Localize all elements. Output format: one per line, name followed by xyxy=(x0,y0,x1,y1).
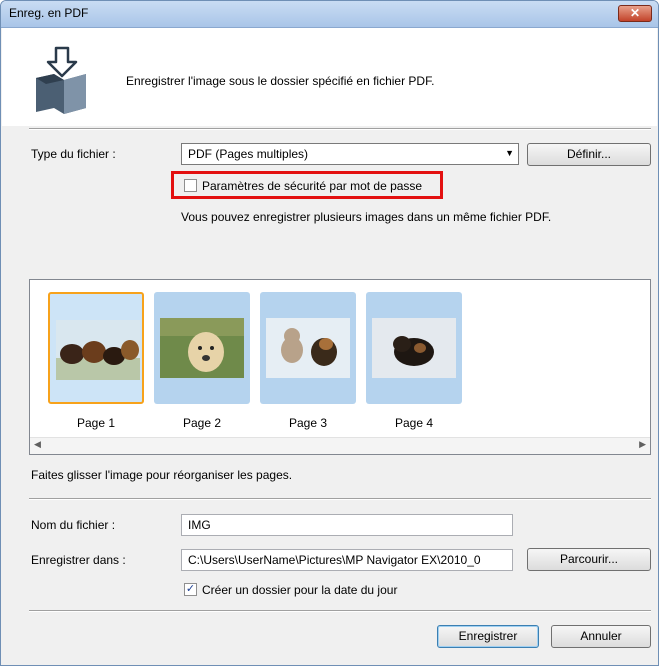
filename-input[interactable]: IMG xyxy=(181,514,513,536)
horizontal-scrollbar[interactable]: ◀ ▶ xyxy=(30,437,650,454)
save-button[interactable]: Enregistrer xyxy=(437,625,539,648)
page-item-3[interactable]: Page 3 xyxy=(260,292,356,430)
page-frame xyxy=(154,292,250,404)
multi-page-hint: Vous pouvez enregistrer plusieurs images… xyxy=(181,210,552,224)
save-pdf-dialog: Enreg. en PDF ✕ Enregistrer l'image sous… xyxy=(0,0,659,666)
page-thumbnail-list[interactable]: Page 1 Page 2 Page 3 Page 4 ◀ ▶ xyxy=(29,279,651,455)
page-label: Page 3 xyxy=(288,416,328,430)
save-in-path-input[interactable]: C:\Users\UserName\Pictures\MP Navigator … xyxy=(181,549,513,571)
file-type-select[interactable]: PDF (Pages multiples) ▼ xyxy=(181,143,519,165)
browse-button[interactable]: Parcourir... xyxy=(527,548,651,571)
photo-dogs-group-thumbnail xyxy=(56,320,140,380)
define-button[interactable]: Définir... xyxy=(527,143,651,166)
page-frame xyxy=(48,292,144,404)
photo-dog-teddy-thumbnail xyxy=(266,318,350,378)
dialog-description: Enregistrer l'image sous le dossier spéc… xyxy=(126,74,435,88)
page-frame xyxy=(366,292,462,404)
title-bar[interactable]: Enreg. en PDF ✕ xyxy=(1,1,658,28)
page-item-1[interactable]: Page 1 xyxy=(48,292,144,430)
dialog-header: Enregistrer l'image sous le dossier spéc… xyxy=(2,28,657,126)
scroll-right-icon[interactable]: ▶ xyxy=(639,439,646,450)
filename-label: Nom du fichier : xyxy=(31,518,116,532)
photo-dog-garden-thumbnail xyxy=(160,318,244,378)
save-pdf-folder-icon xyxy=(36,46,86,114)
photo-puppy-thumbnail xyxy=(372,318,456,378)
footer-separator xyxy=(29,610,651,612)
security-password-checkbox[interactable] xyxy=(184,179,197,192)
date-folder-checkbox[interactable]: ✓ xyxy=(184,583,197,596)
cancel-button[interactable]: Annuler xyxy=(551,625,651,648)
page-label: Page 1 xyxy=(76,416,116,430)
save-in-label: Enregistrer dans : xyxy=(31,553,126,567)
middle-separator xyxy=(29,498,651,500)
page-frame xyxy=(260,292,356,404)
file-type-label: Type du fichier : xyxy=(31,147,116,161)
security-password-label[interactable]: Paramètres de sécurité par mot de passe xyxy=(202,179,422,193)
file-type-value: PDF (Pages multiples) xyxy=(188,147,309,161)
header-separator xyxy=(29,128,651,130)
page-label: Page 2 xyxy=(182,416,222,430)
reorder-hint: Faites glisser l'image pour réorganiser … xyxy=(31,468,293,482)
scroll-left-icon[interactable]: ◀ xyxy=(34,439,41,450)
page-item-4[interactable]: Page 4 xyxy=(366,292,462,430)
date-folder-label[interactable]: Créer un dossier pour la date du jour xyxy=(202,583,397,597)
page-item-2[interactable]: Page 2 xyxy=(154,292,250,430)
window-title: Enreg. en PDF xyxy=(9,6,89,20)
close-button[interactable]: ✕ xyxy=(618,5,652,22)
page-label: Page 4 xyxy=(394,416,434,430)
chevron-down-icon: ▼ xyxy=(505,148,514,158)
